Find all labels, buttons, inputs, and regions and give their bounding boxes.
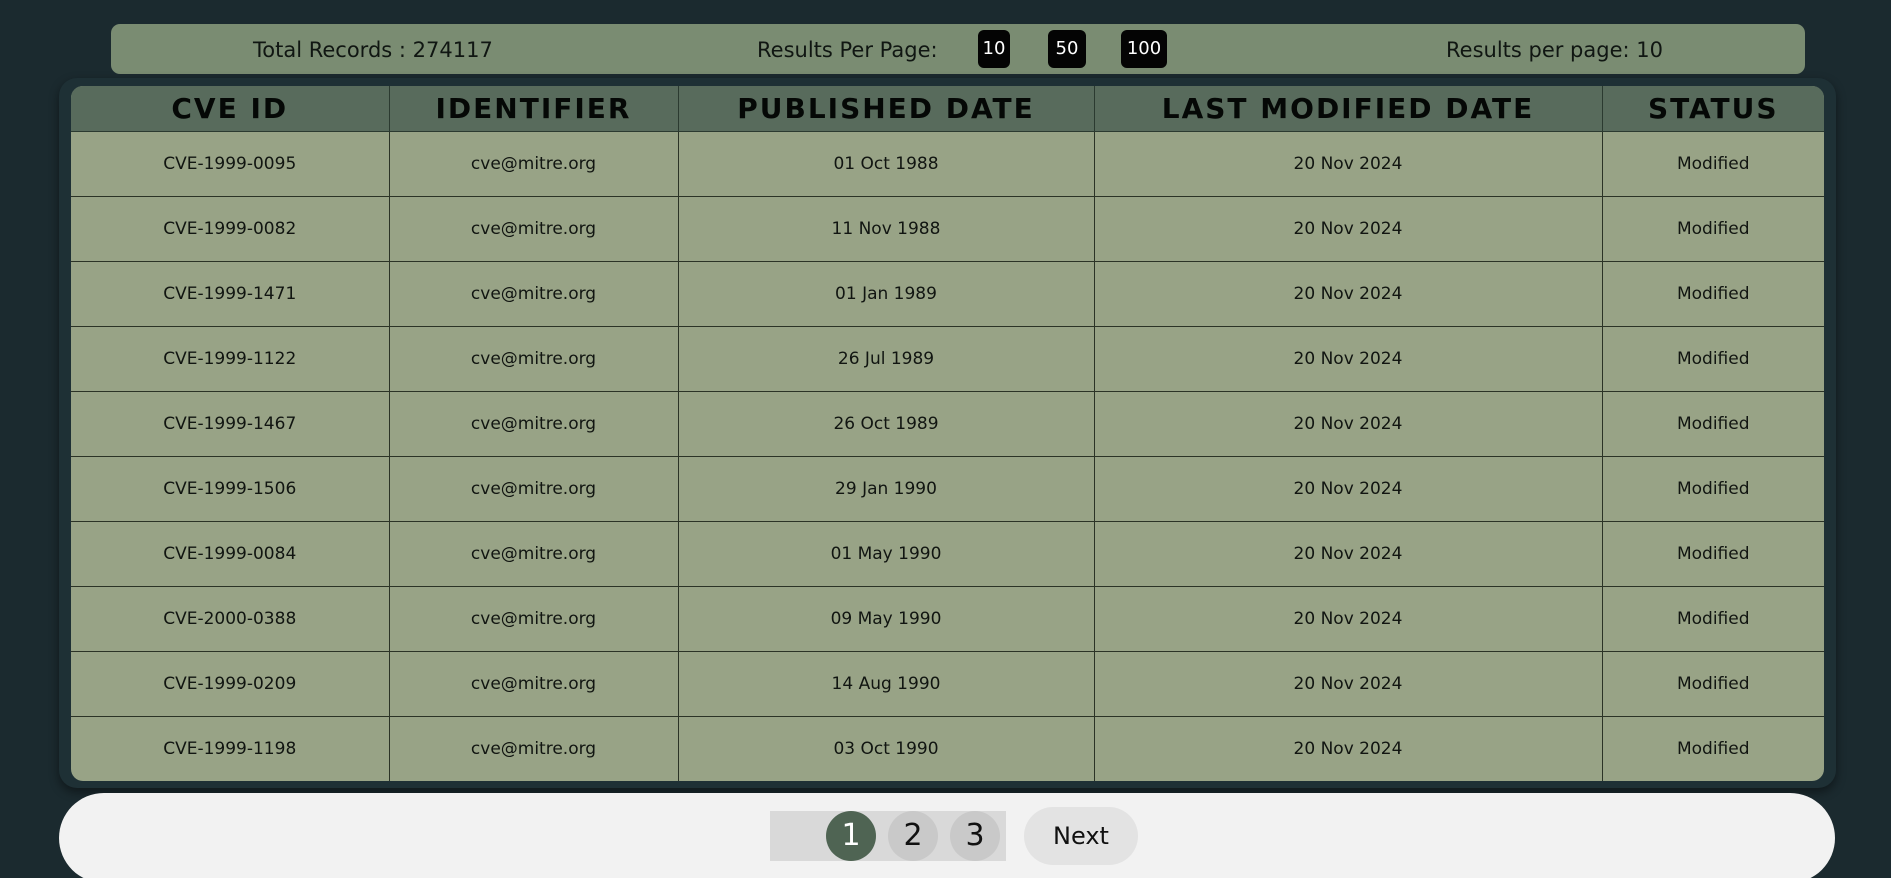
published-date-cell: 26 Jul 1989 — [678, 326, 1095, 392]
cve-id-cell: CVE-1999-1506 — [71, 456, 390, 522]
identifier-cell: cve@mitre.org — [389, 261, 679, 327]
published-date-cell: 01 Oct 1988 — [678, 131, 1095, 197]
cve-id-cell: CVE-1999-1471 — [71, 261, 390, 327]
cve-id-cell: CVE-1999-1467 — [71, 391, 390, 457]
status-cell: Modified — [1602, 521, 1824, 587]
table-row: CVE-1999-1467 cve@mitre.org 26 Oct 1989 20 … — [71, 391, 1824, 457]
column-header-cve-id: CVE ID — [71, 86, 390, 132]
table-row: CVE-2000-0388 cve@mitre.org 09 May 1990 20 … — [71, 586, 1824, 652]
table-row: CVE-1999-0209 cve@mitre.org 14 Aug 1990 20 … — [71, 651, 1824, 717]
identifier-cell: cve@mitre.org — [389, 326, 679, 392]
status-cell: Modified — [1602, 131, 1824, 197]
total-records-text: Total Records : 274117 — [253, 38, 493, 62]
published-date-cell: 01 May 1990 — [678, 521, 1095, 587]
identifier-cell: cve@mitre.org — [389, 131, 679, 197]
cve-id-cell: CVE-2000-0388 — [71, 586, 390, 652]
table-row: CVE-1999-1198 cve@mitre.org 03 Oct 1990 20 … — [71, 716, 1824, 781]
page-size-50-button[interactable]: 50 — [1048, 30, 1086, 68]
identifier-cell: cve@mitre.org — [389, 391, 679, 457]
last-modified-date-cell: 20 Nov 2024 — [1094, 131, 1603, 197]
identifier-cell: cve@mitre.org — [389, 586, 679, 652]
page-1-button[interactable]: 1 — [826, 811, 876, 861]
status-cell: Modified — [1602, 651, 1824, 717]
published-date-cell: 26 Oct 1989 — [678, 391, 1095, 457]
last-modified-date-cell: 20 Nov 2024 — [1094, 456, 1603, 522]
published-date-cell: 29 Jan 1990 — [678, 456, 1095, 522]
last-modified-date-cell: 20 Nov 2024 — [1094, 326, 1603, 392]
status-cell: Modified — [1602, 586, 1824, 652]
cve-table-container: CVE ID IDENTIFIER PUBLISHED DATE LAST MO… — [59, 78, 1836, 788]
page-size-10-button[interactable]: 10 — [978, 30, 1010, 68]
results-per-page-label: Results Per Page: — [757, 38, 938, 62]
page-root: Total Records : 274117 Results Per Page:… — [0, 0, 1891, 878]
column-header-published-date: PUBLISHED DATE — [678, 86, 1095, 132]
status-cell: Modified — [1676, 739, 1750, 759]
identifier-cell: cve@mitre.org — [389, 716, 679, 781]
page-size-100-button[interactable]: 100 — [1121, 30, 1167, 68]
table-body: CVE-1999-0095 cve@mitre.org 01 Oct 1988 20 … — [71, 131, 1824, 781]
table-header-row: CVE ID IDENTIFIER PUBLISHED DATE LAST MO… — [71, 86, 1824, 132]
status-cell: Modified — [1602, 456, 1824, 522]
status-cell: Modified — [1602, 391, 1824, 457]
identifier-cell: cve@mitre.org — [389, 521, 679, 587]
status-cell: Modified — [1602, 326, 1824, 392]
last-modified-date-cell: 20 Nov 2024 — [1094, 651, 1603, 717]
next-page-button[interactable]: Next — [1024, 807, 1138, 865]
table-row: CVE-1999-0095 cve@mitre.org 01 Oct 1988 20 … — [71, 131, 1824, 197]
published-date-cell: 03 Oct 1990 — [678, 716, 1095, 781]
cve-table: CVE ID IDENTIFIER PUBLISHED DATE LAST MO… — [71, 86, 1824, 781]
published-date-cell: 14 Aug 1990 — [678, 651, 1095, 717]
cve-id-cell: CVE-1999-0082 — [71, 196, 390, 262]
status-cell: Modified — [1602, 261, 1824, 327]
table-row: CVE-1999-0084 cve@mitre.org 01 May 1990 20 … — [71, 521, 1824, 587]
records-info-bar: Total Records : 274117 Results Per Page:… — [111, 24, 1805, 74]
column-header-last-modified-date: LAST MODIFIED DATE — [1094, 86, 1603, 132]
table-row: CVE-1999-1471 cve@mitre.org 01 Jan 1989 20 … — [71, 261, 1824, 327]
identifier-cell: cve@mitre.org — [389, 456, 679, 522]
status-cell: Modified — [1602, 196, 1824, 262]
table-row: CVE-1999-0082 cve@mitre.org 11 Nov 1988 20 … — [71, 196, 1824, 262]
cve-id-cell: CVE-1999-0209 — [71, 651, 390, 717]
table-row: CVE-1999-1506 cve@mitre.org 29 Jan 1990 20 … — [71, 456, 1824, 522]
last-modified-date-cell: 20 Nov 2024 — [1094, 716, 1603, 781]
published-date-cell: 09 May 1990 — [678, 586, 1095, 652]
last-modified-date-cell: 20 Nov 2024 — [1094, 196, 1603, 262]
cve-id-cell: CVE-1999-1198 — [71, 716, 390, 781]
column-header-identifier: IDENTIFIER — [389, 86, 679, 132]
table-row: CVE-1999-1122 cve@mitre.org 26 Jul 1989 20 … — [71, 326, 1824, 392]
published-date-cell: 01 Jan 1989 — [678, 261, 1095, 327]
cve-id-cell: CVE-1999-1122 — [71, 326, 390, 392]
cve-id-cell: CVE-1999-0095 — [71, 131, 390, 197]
last-modified-date-cell: 20 Nov 2024 — [1094, 261, 1603, 327]
cve-id-cell: CVE-1999-0084 — [71, 521, 390, 587]
identifier-cell: cve@mitre.org — [389, 651, 679, 717]
column-header-status: STATUS — [1602, 86, 1824, 132]
last-modified-date-cell: 20 Nov 2024 — [1094, 521, 1603, 587]
page-3-button[interactable]: 3 — [950, 811, 1000, 861]
published-date-cell: 11 Nov 1988 — [678, 196, 1095, 262]
page-2-button[interactable]: 2 — [888, 811, 938, 861]
pagination-bar: 1 2 3 Next — [59, 793, 1835, 878]
last-modified-date-cell: 20 Nov 2024 — [1094, 391, 1603, 457]
results-per-page-current: Results per page: 10 — [1446, 38, 1663, 62]
last-modified-date-cell: 20 Nov 2024 — [1094, 586, 1603, 652]
identifier-cell: cve@mitre.org — [389, 196, 679, 262]
